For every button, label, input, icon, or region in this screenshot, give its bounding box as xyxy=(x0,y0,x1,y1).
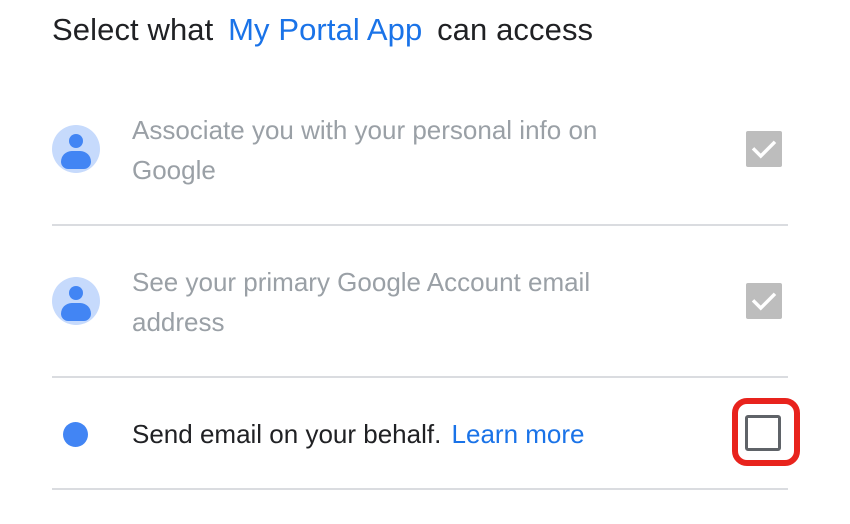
checkmark-icon xyxy=(751,140,777,159)
blue-dot-icon xyxy=(63,422,88,447)
permission-row-email-address: See your primary Google Account email ad… xyxy=(52,225,788,376)
permission-row-send-email: Send email on your behalf. Learn more xyxy=(52,378,800,488)
heading-suffix: can access xyxy=(437,12,594,47)
permission-row-personal-info: Associate you with your personal info on… xyxy=(52,72,788,224)
permission-checkbox-checked-disabled xyxy=(746,283,782,319)
app-name: My Portal App xyxy=(228,12,423,47)
permission-label: Send email on your behalf. Learn more xyxy=(132,414,672,454)
send-email-label: Send email on your behalf. xyxy=(132,419,442,449)
consent-heading: Select what My Portal App can access xyxy=(52,10,593,50)
permission-label: Associate you with your personal info on… xyxy=(132,115,598,185)
send-email-checkbox[interactable] xyxy=(745,415,781,451)
permission-checkbox-checked-disabled xyxy=(746,131,782,167)
learn-more-link[interactable]: Learn more xyxy=(452,419,585,449)
account-avatar-icon xyxy=(52,125,100,173)
heading-prefix: Select what xyxy=(52,12,214,47)
checkmark-icon xyxy=(751,292,777,311)
account-avatar-icon xyxy=(52,277,100,325)
divider xyxy=(52,488,788,490)
permission-label: See your primary Google Account email ad… xyxy=(132,267,591,337)
